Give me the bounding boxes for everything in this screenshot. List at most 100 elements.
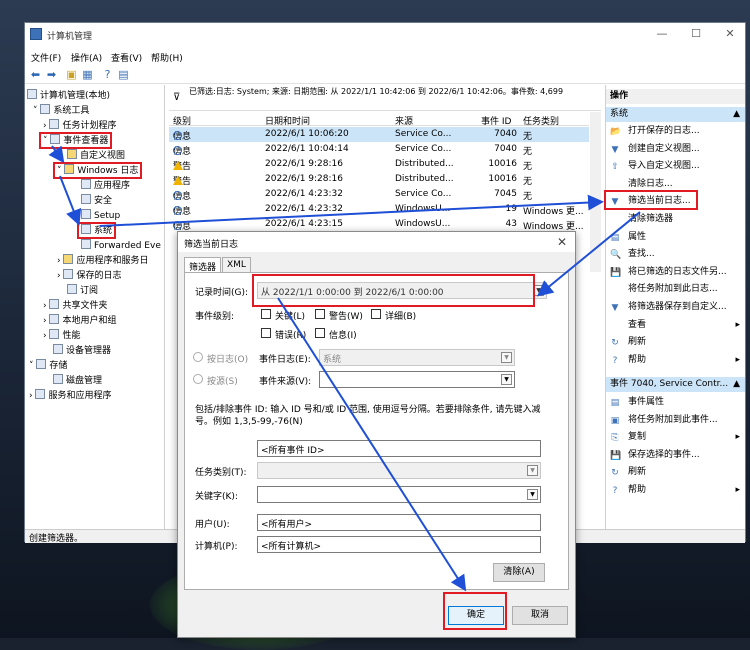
action-item[interactable]: 查看 ▸ <box>606 317 745 334</box>
tree-saved-logs[interactable]: › 保存的日志 <box>57 269 121 282</box>
action-item[interactable]: ? 帮助 ▸ <box>606 482 745 499</box>
action-item[interactable]: 将任务附加到此日志... <box>606 281 745 298</box>
tree-performance[interactable]: › 性能 <box>43 329 80 342</box>
properties-icon[interactable]: ▤ <box>117 68 130 81</box>
task-category-select[interactable]: ▼ <box>257 462 541 479</box>
menu-view[interactable]: 查看(V) <box>111 51 142 64</box>
col-datetime[interactable]: 日期和时间 <box>265 114 310 127</box>
user-input[interactable]: <所有用户> <box>257 514 541 531</box>
tree-apps-services[interactable]: › 应用程序和服务日 <box>57 254 148 267</box>
action-item[interactable]: ▼ 创建自定义视图... <box>606 141 745 158</box>
table-row[interactable]: i 信息 2022/6/1 4:23:15 WindowsU... 43 Windows … <box>169 217 589 232</box>
tree-custom-views[interactable]: 自定义视图 <box>67 149 125 162</box>
keywords-select[interactable]: ▼ <box>257 486 541 503</box>
tab-xml[interactable]: XML <box>222 257 251 272</box>
toolbar: ⬅ ➡ ▣ ▦ ? ▤ <box>25 66 745 84</box>
info-checkbox[interactable] <box>315 328 325 338</box>
action-item[interactable]: 清除筛选器 <box>606 211 745 228</box>
info-icon: i <box>173 191 182 200</box>
computer-input[interactable]: <所有计算机> <box>257 536 541 553</box>
tree-system[interactable]: 系统 <box>76 222 117 239</box>
table-row[interactable]: i 信息 2022/6/1 10:06:20 Service Co... 7040 无 <box>169 127 589 142</box>
log-icon <box>81 239 91 249</box>
col-task[interactable]: 任务类别 <box>523 114 559 127</box>
col-event-id[interactable]: 事件 ID <box>481 114 511 127</box>
cancel-button[interactable]: 取消 <box>512 606 568 625</box>
table-row[interactable]: i 信息 2022/6/1 4:23:32 WindowsU... 19 Windows … <box>169 202 589 217</box>
col-level[interactable]: 级别 <box>173 114 191 127</box>
action-item[interactable]: ⇧ 导入自定义视图... <box>606 158 745 175</box>
level-cell: 警告 <box>173 159 191 172</box>
action-item[interactable]: ↻ 刷新 <box>606 464 745 481</box>
datetime-cell: 2022/6/1 10:06:20 <box>265 129 349 139</box>
forward-icon[interactable]: ➡ <box>45 68 58 81</box>
action-item[interactable]: 🔍 查找... <box>606 246 745 263</box>
tree-event-viewer[interactable]: ˅ 事件查看器 <box>38 132 113 149</box>
tree-root[interactable]: 计算机管理(本地) <box>27 89 110 102</box>
find-icon: 🔍 <box>610 250 622 261</box>
event-log-select[interactable]: 系统 ▼ <box>319 349 515 366</box>
action-item[interactable]: ▼ 将筛选器保存到自定义... <box>606 299 745 316</box>
tree-application[interactable]: 应用程序 <box>81 179 130 192</box>
tree-security[interactable]: 安全 <box>81 194 112 207</box>
show-hide-tree-icon[interactable]: ▦ <box>81 68 94 81</box>
clear-log-icon <box>610 180 620 190</box>
action-item[interactable]: ? 帮助 ▸ <box>606 352 745 369</box>
by-source-radio[interactable] <box>193 374 203 384</box>
close-button[interactable]: ✕ <box>715 27 745 43</box>
verbose-checkbox[interactable] <box>371 309 381 319</box>
tree-forwarded[interactable]: Forwarded Eve <box>81 239 161 252</box>
event-id-input[interactable]: <所有事件 ID> <box>257 440 541 457</box>
tree-shared-folders[interactable]: › 共享文件夹 <box>43 299 107 312</box>
tree-task-scheduler[interactable]: › 任务计划程序 <box>43 119 116 132</box>
tree-system-tools[interactable]: ˅ 系统工具 <box>33 104 89 117</box>
actions-section-system[interactable]: 系统 ▲ <box>606 107 745 122</box>
tree-device-manager[interactable]: 设备管理器 <box>53 344 111 357</box>
action-item[interactable]: ↻ 刷新 <box>606 334 745 351</box>
minimize-button[interactable]: — <box>647 27 677 43</box>
table-row[interactable]: i 信息 2022/6/1 10:04:14 Service Co... 7040 无 <box>169 142 589 157</box>
action-item[interactable]: 📂 打开保存的日志... <box>606 123 745 140</box>
table-row[interactable]: 警告 2022/6/1 9:28:16 Distributed... 10016 无 <box>169 172 589 187</box>
event-properties-icon: ▤ <box>610 398 620 408</box>
action-label: 刷新 <box>628 337 647 348</box>
table-row[interactable]: 警告 2022/6/1 9:28:16 Distributed... 10016 无 <box>169 157 589 172</box>
performance-icon <box>49 329 60 339</box>
action-item[interactable]: ▤ 属性 <box>606 229 745 246</box>
tree-setup[interactable]: Setup <box>81 209 120 222</box>
warning-label: 警告(W) <box>329 312 363 322</box>
event-source-select[interactable]: ▼ <box>319 371 515 388</box>
by-log-radio[interactable] <box>193 352 203 362</box>
critical-checkbox[interactable] <box>261 309 271 319</box>
menu-help[interactable]: 帮助(H) <box>151 51 183 64</box>
folder-up-icon[interactable]: ▣ <box>65 68 78 81</box>
table-row[interactable]: i 信息 2022/6/1 4:23:32 Service Co... 7045 无 <box>169 187 589 202</box>
chevron-down-icon: ▼ <box>501 352 512 363</box>
action-item[interactable]: ⎘ 复制 ▸ <box>606 429 745 446</box>
tree-storage[interactable]: ˅ 存储 <box>29 359 67 372</box>
tree-subscriptions[interactable]: 订阅 <box>67 284 98 297</box>
back-icon[interactable]: ⬅ <box>29 68 42 81</box>
action-item[interactable]: 💾 保存选择的事件... <box>606 447 745 464</box>
clear-button[interactable]: 清除(A) <box>493 563 545 582</box>
action-item[interactable]: 💾 将已筛选的日志文件另... <box>606 264 745 281</box>
error-checkbox[interactable] <box>261 328 271 338</box>
tree-local-users[interactable]: › 本地用户和组 <box>43 314 116 327</box>
action-item[interactable]: ▤ 事件属性 <box>606 394 745 411</box>
warning-checkbox[interactable] <box>315 309 325 319</box>
menu-file[interactable]: 文件(F) <box>31 51 61 64</box>
events-scrollbar[interactable] <box>590 112 601 272</box>
tab-filter[interactable]: 筛选器 <box>184 257 222 273</box>
tree-windows-logs[interactable]: ˅ Windows 日志 <box>52 162 143 179</box>
shared-folder-icon <box>49 299 60 309</box>
menu-action[interactable]: 操作(A) <box>71 51 102 64</box>
action-item[interactable]: ▣ 将任务附加到此事件... <box>606 412 745 429</box>
dialog-close-icon[interactable]: ✕ <box>557 235 567 249</box>
maximize-button[interactable]: ☐ <box>681 27 711 43</box>
actions-section-event[interactable]: 事件 7040, Service Contr... ▲ <box>606 377 745 392</box>
tree-services-apps[interactable]: › 服务和应用程序 <box>29 389 111 402</box>
chevron-right-icon: ▸ <box>735 319 740 330</box>
help-icon[interactable]: ? <box>101 68 114 81</box>
col-source[interactable]: 来源 <box>395 114 413 127</box>
tree-disk-management[interactable]: 磁盘管理 <box>53 374 102 387</box>
